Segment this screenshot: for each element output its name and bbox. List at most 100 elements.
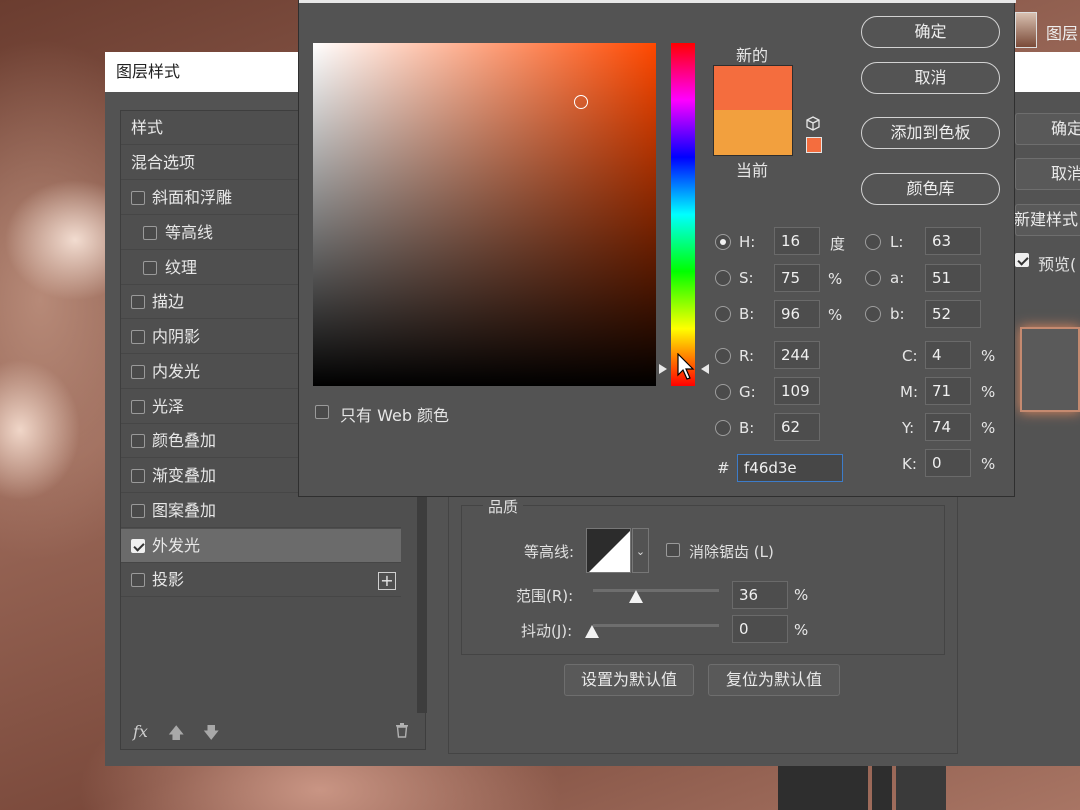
layer-style-cancel-button[interactable]: 取消 — [1015, 158, 1080, 190]
ok-button[interactable]: 确定 — [861, 16, 1000, 48]
blue-label: B: — [739, 419, 755, 437]
checkbox[interactable] — [131, 400, 145, 414]
range-slider-track[interactable] — [593, 589, 719, 592]
list-item-pattern-overlay[interactable]: 图案叠加 — [121, 494, 401, 528]
l-input[interactable]: 63 — [925, 227, 981, 255]
hex-input[interactable]: f46d3e — [737, 454, 843, 482]
layer-style-ok-button[interactable]: 确定 — [1015, 113, 1080, 145]
contour-label: 等高线: — [524, 543, 575, 561]
lab-b-radio[interactable] — [865, 306, 881, 322]
new-style-button[interactable]: 新建样式 — [1014, 204, 1080, 236]
y-input[interactable]: 74 — [925, 413, 971, 441]
l-radio[interactable] — [865, 234, 881, 250]
checkbox[interactable] — [143, 226, 157, 240]
preview-checkbox[interactable] — [1015, 253, 1029, 267]
blue-radio[interactable] — [715, 420, 731, 436]
s-input[interactable]: 75 — [774, 264, 820, 292]
fx-icon[interactable]: fx — [133, 722, 148, 741]
preview-label: 预览( — [1038, 255, 1077, 274]
s-radio[interactable] — [715, 270, 731, 286]
anti-alias-checkbox[interactable] — [666, 543, 680, 557]
s-label: S: — [739, 269, 754, 287]
range-slider-handle[interactable] — [629, 590, 643, 603]
checkbox[interactable] — [131, 295, 145, 309]
y-unit: % — [981, 419, 996, 437]
color-picker-circle[interactable] — [574, 95, 588, 109]
jitter-slider-handle[interactable] — [585, 625, 599, 638]
k-input[interactable]: 0 — [925, 449, 971, 477]
r-radio[interactable] — [715, 348, 731, 364]
r-input[interactable]: 244 — [774, 341, 820, 369]
new-color-label: 新的 — [736, 46, 769, 65]
cancel-button[interactable]: 取消 — [861, 62, 1000, 94]
color-libraries-button[interactable]: 颜色库 — [861, 173, 1000, 205]
reset-default-button[interactable]: 复位为默认值 — [708, 664, 840, 696]
current-color-swatch[interactable] — [713, 110, 793, 156]
hex-label: # — [717, 459, 730, 477]
hue-slider-left-arrow[interactable] — [659, 364, 667, 374]
jitter-slider-track[interactable] — [593, 624, 719, 627]
g-radio[interactable] — [715, 384, 731, 400]
hue-slider[interactable] — [671, 43, 695, 386]
arrow-down-icon[interactable]: 🡇 — [203, 722, 219, 749]
h-radio[interactable] — [715, 234, 731, 250]
l-label: L: — [890, 233, 904, 251]
hue-slider-right-arrow[interactable] — [701, 364, 709, 374]
h-input[interactable]: 16 — [774, 227, 820, 255]
title-bar — [299, 0, 1016, 3]
brightness-unit: % — [828, 306, 843, 324]
y-label: Y: — [902, 419, 915, 437]
trash-icon[interactable] — [395, 722, 409, 742]
g-input[interactable]: 109 — [774, 377, 820, 405]
range-label: 范围(R): — [516, 587, 574, 605]
list-item-outer-glow[interactable]: 外发光 — [121, 529, 401, 563]
cube-icon[interactable] — [805, 116, 821, 136]
jitter-label: 抖动(J): — [521, 622, 573, 640]
checkbox-checked[interactable] — [131, 539, 145, 553]
checkbox[interactable] — [131, 191, 145, 205]
checkbox[interactable] — [131, 504, 145, 518]
s-unit: % — [828, 270, 843, 288]
add-to-swatches-button[interactable]: 添加到色板 — [861, 117, 1000, 149]
blue-input[interactable]: 62 — [774, 413, 820, 441]
brightness-input[interactable]: 96 — [774, 300, 820, 328]
checkbox[interactable] — [143, 261, 157, 275]
arrow-up-icon[interactable]: 🡅 — [168, 722, 184, 749]
plus-box-icon[interactable]: + — [378, 572, 396, 590]
style-preview-thumbnail — [1020, 327, 1080, 412]
list-item-drop-shadow[interactable]: 投影 — [121, 563, 401, 597]
cursor-arrow-icon — [677, 352, 695, 385]
checkbox[interactable] — [131, 573, 145, 587]
k-label: K: — [902, 455, 917, 473]
jitter-input[interactable]: 0 — [732, 615, 788, 643]
contour-preview[interactable] — [586, 528, 631, 573]
web-only-checkbox[interactable] — [315, 405, 329, 419]
m-input[interactable]: 71 — [925, 377, 971, 405]
anti-alias-label: 消除锯齿 (L) — [689, 543, 774, 561]
a-input[interactable]: 51 — [925, 264, 981, 292]
background-panel — [778, 766, 868, 810]
c-input[interactable]: 4 — [925, 341, 971, 369]
new-color-swatch — [713, 65, 793, 110]
brightness-label: B: — [739, 305, 755, 323]
checkbox[interactable] — [131, 365, 145, 379]
a-radio[interactable] — [865, 270, 881, 286]
checkbox[interactable] — [131, 469, 145, 483]
range-unit: % — [794, 586, 809, 604]
checkbox[interactable] — [131, 330, 145, 344]
color-picker-dialog: 新的 当前 确定 取消 添加到色板 颜色库 只有 Web 颜色 H: 16 度 … — [298, 0, 1016, 497]
h-unit: 度 — [830, 235, 846, 253]
gamut-swatch[interactable] — [806, 137, 822, 153]
c-label: C: — [902, 347, 918, 365]
chevron-down-icon[interactable]: ⌄ — [632, 528, 649, 573]
c-unit: % — [981, 347, 996, 365]
brightness-radio[interactable] — [715, 306, 731, 322]
layer-thumbnail[interactable] — [1015, 12, 1037, 48]
web-only-label: 只有 Web 颜色 — [340, 406, 450, 425]
jitter-unit: % — [794, 621, 809, 639]
make-default-button[interactable]: 设置为默认值 — [564, 664, 694, 696]
color-field[interactable] — [313, 43, 656, 386]
lab-b-input[interactable]: 52 — [925, 300, 981, 328]
range-input[interactable]: 36 — [732, 581, 788, 609]
checkbox[interactable] — [131, 434, 145, 448]
